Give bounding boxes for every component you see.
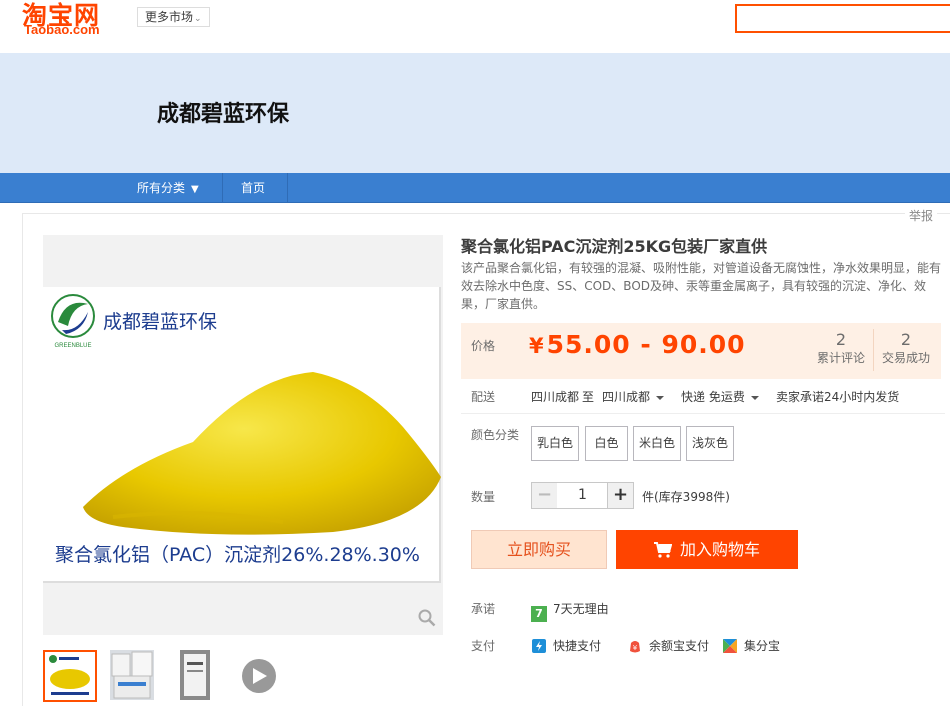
color-option[interactable]: 浅灰色 [686,426,734,461]
chevron-down-icon: ⌄ [194,14,202,24]
thumbnail-powder-image [45,652,95,700]
pay-quick[interactable]: 快捷支付 [531,637,601,654]
more-markets-label: 更多市场 [145,10,194,24]
price-range: 55.00 - 90.00 [546,330,746,359]
product-title: 聚合氯化铝PAC沉淀剂25KG包装厂家直供 [461,237,768,256]
delivery-label: 配送 [471,390,496,404]
seven-day-return-icon: 7 [531,606,547,622]
product-description: 该产品聚合氯化铝，有较强的混凝、吸附性能，对管道设备无腐蚀性，净水效果明显，能有… [461,261,942,311]
triangle-down-icon: ▼ [191,184,199,195]
add-to-cart-button[interactable]: 加入购物车 [616,530,798,569]
quantity-label: 数量 [471,490,496,504]
sales-count-label: 交易成功 [881,351,930,365]
more-markets-dropdown[interactable]: 更多市场⌄ [137,7,210,27]
video-play-button[interactable] [242,659,276,693]
color-option[interactable]: 米白色 [633,426,681,461]
photo-brand-name: 成都碧蓝环保 [103,311,218,333]
delivery-destination: 四川成都 [602,390,651,404]
svg-text:¥: ¥ [633,644,638,652]
quantity-decrease-button[interactable]: − [531,482,558,509]
stock-info: 件(库存3998件) [642,490,730,504]
seven-day-return-label: 7天无理由 [553,602,609,616]
service-label: 承诺 [471,602,496,616]
sales-count-value: 2 [900,330,912,349]
nav-divider [222,173,223,203]
color-label: 颜色分类 [471,428,520,442]
photo-caption: 聚合氯化铝（PAC）沉淀剂26%.28%.30% [55,544,420,566]
review-count-value: 2 [835,330,847,349]
logo-english: Taobao.com [24,22,100,37]
delivery-from: 四川成都 [531,390,580,404]
play-icon [253,668,267,684]
top-bar: 淘宝网 Taobao.com 更多市场⌄ [0,0,950,53]
ship-promise: 卖家承诺24小时内发货 [776,390,900,404]
caret-down-icon [750,395,759,400]
jifenbao-icon [723,639,737,653]
sales-count: 2 交易成功 [876,331,936,367]
yuebao-icon: ¥ [630,641,640,653]
zoom-icon[interactable] [418,609,436,627]
section-divider [461,413,945,414]
price-label: 价格 [471,339,496,353]
review-count[interactable]: 2 累计评论 [811,331,871,367]
quantity-input[interactable]: 1 [557,482,608,509]
search-input[interactable] [735,4,950,33]
pay-yuebao[interactable]: ¥ 余额宝支付 [627,637,709,654]
shop-name[interactable]: 成都碧蓝环保 [157,96,289,128]
thumbnail-bag-image [180,650,210,700]
shipping-method: 快递 免运费 [681,390,745,404]
brand-logo-text: GREENBLUE [54,343,91,349]
nav-divider [287,173,288,203]
nav-home[interactable]: 首页 [241,173,265,203]
review-count-label: 累计评论 [816,351,865,365]
price-box: 价格 ¥55.00 - 90.00 2 累计评论 2 交易成功 [461,323,941,379]
pay-jifenbao-label: 集分宝 [744,639,781,653]
pay-jifenbao[interactable]: 集分宝 [722,637,780,654]
quantity-increase-button[interactable]: + [607,482,634,509]
pay-yuebao-label: 余额宝支付 [649,639,710,653]
report-link[interactable]: 举报 [905,207,938,224]
shop-banner: 成都碧蓝环保 [0,53,950,173]
shipping-method-select[interactable]: 快递 免运费 [681,388,759,405]
seven-day-return[interactable]: 7 7天无理由 [531,600,609,622]
color-option[interactable]: 白色 [585,426,628,461]
quick-pay-icon [532,639,546,653]
delivery-to-word: 至 [582,390,595,404]
cart-icon [653,542,673,558]
shop-nav: 所有分类 ▼ 首页 [0,173,950,203]
greenblue-logo-icon: GREENBLUE [51,294,95,349]
nav-all-categories-label: 所有分类 [137,181,186,195]
stat-divider [873,329,874,371]
thumbnail-bags-image [110,650,154,700]
caret-down-icon [656,395,665,400]
thumbnail-2[interactable] [110,650,164,702]
pay-quick-label: 快捷支付 [553,639,602,653]
buy-now-button[interactable]: 立即购买 [471,530,607,569]
thumbnail-1[interactable] [43,650,97,702]
currency-symbol: ¥ [529,334,545,358]
nav-all-categories[interactable]: 所有分类 ▼ [137,173,199,203]
main-product-image[interactable]: GREENBLUE 成都碧蓝环保 聚合氯化铝（PAC）沉淀剂26%.28%.30… [43,235,443,635]
taobao-logo[interactable]: 淘宝网 Taobao.com [22,0,122,40]
thumbnail-3[interactable] [180,650,210,702]
powder-pile-image [83,372,441,535]
payment-label: 支付 [471,639,496,653]
delivery-destination-select[interactable]: 四川成都 [602,388,665,405]
color-option[interactable]: 乳白色 [531,426,579,461]
price-value: ¥55.00 - 90.00 [529,330,746,359]
add-to-cart-label: 加入购物车 [679,540,760,559]
product-photo: GREENBLUE 成都碧蓝环保 聚合氯化铝（PAC）沉淀剂26%.28%.30… [43,287,441,583]
